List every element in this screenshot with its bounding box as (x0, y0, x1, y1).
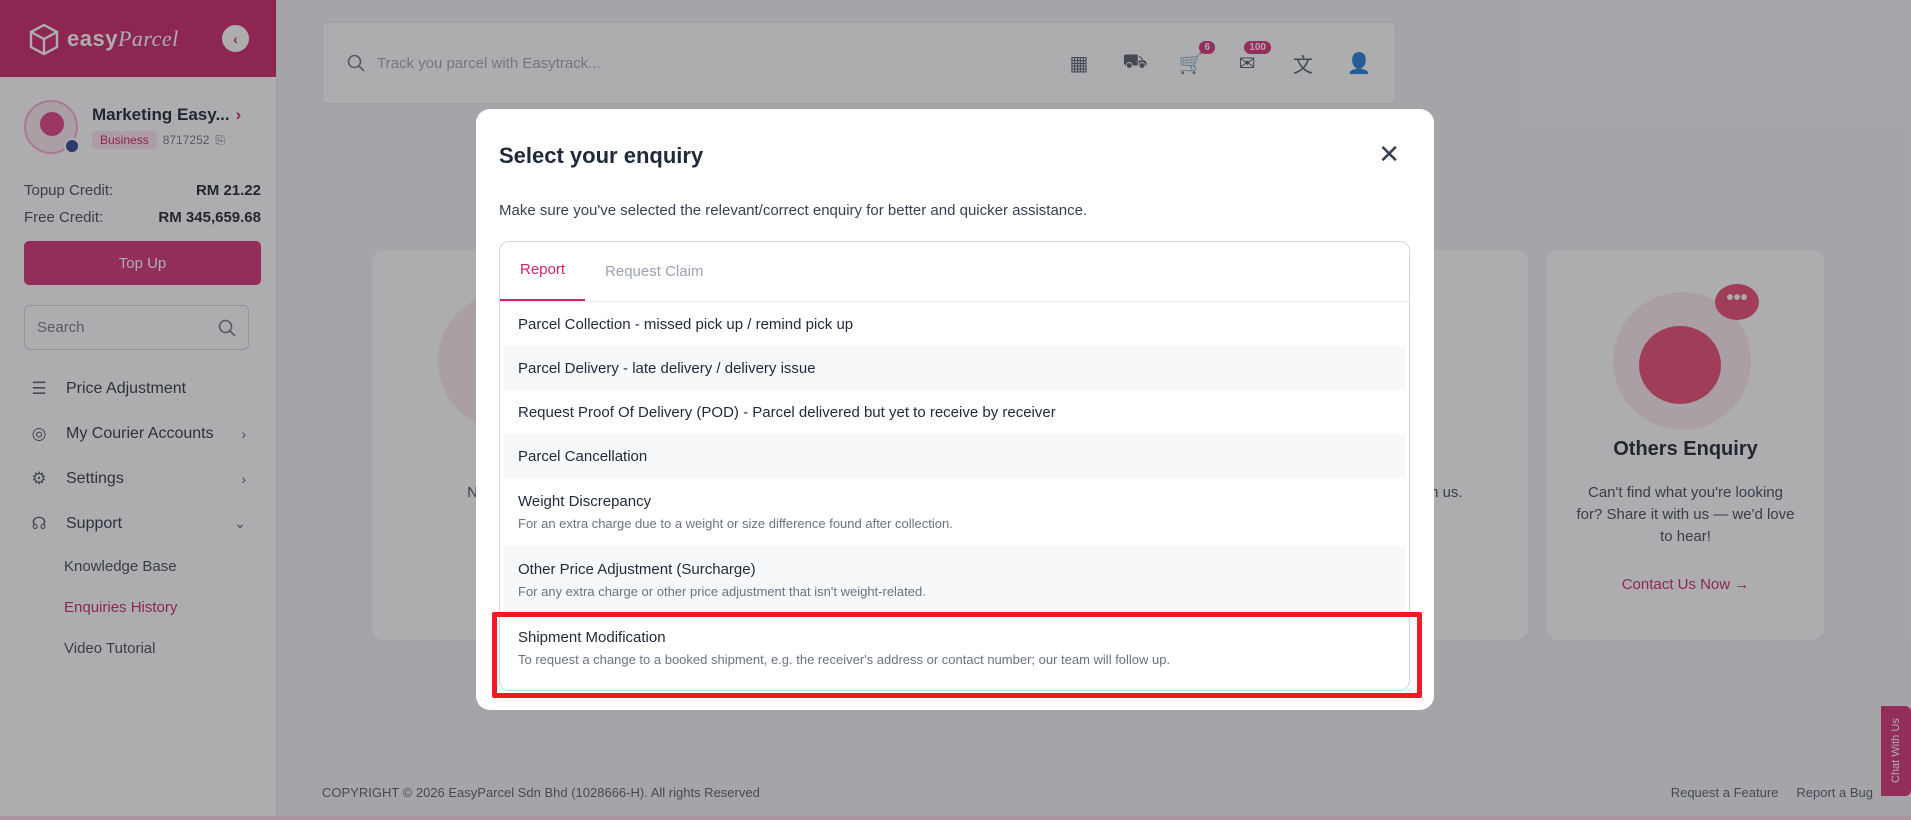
option-request-pod[interactable]: Request Proof Of Delivery (POD) - Parcel… (504, 390, 1405, 434)
modal-title: Select your enquiry (499, 143, 704, 168)
option-parcel-cancellation[interactable]: Parcel Cancellation (504, 434, 1405, 478)
tab-request-claim[interactable]: Request Claim (585, 242, 723, 301)
highlight-box (492, 612, 1422, 698)
tab-report[interactable]: Report (500, 242, 586, 301)
option-other-price-adjustment[interactable]: Other Price Adjustment (Surcharge) For an… (504, 546, 1405, 614)
modal-subtitle: Make sure you've selected the relevant/c… (499, 202, 1088, 219)
enquiry-tabs: Report Request Claim (500, 242, 1409, 302)
close-icon[interactable]: ✕ (1378, 141, 1400, 167)
option-parcel-delivery[interactable]: Parcel Delivery - late delivery / delive… (504, 346, 1405, 390)
option-parcel-collection[interactable]: Parcel Collection - missed pick up / rem… (504, 302, 1405, 346)
option-weight-discrepancy[interactable]: Weight Discrepancy For an extra charge du… (504, 478, 1405, 546)
